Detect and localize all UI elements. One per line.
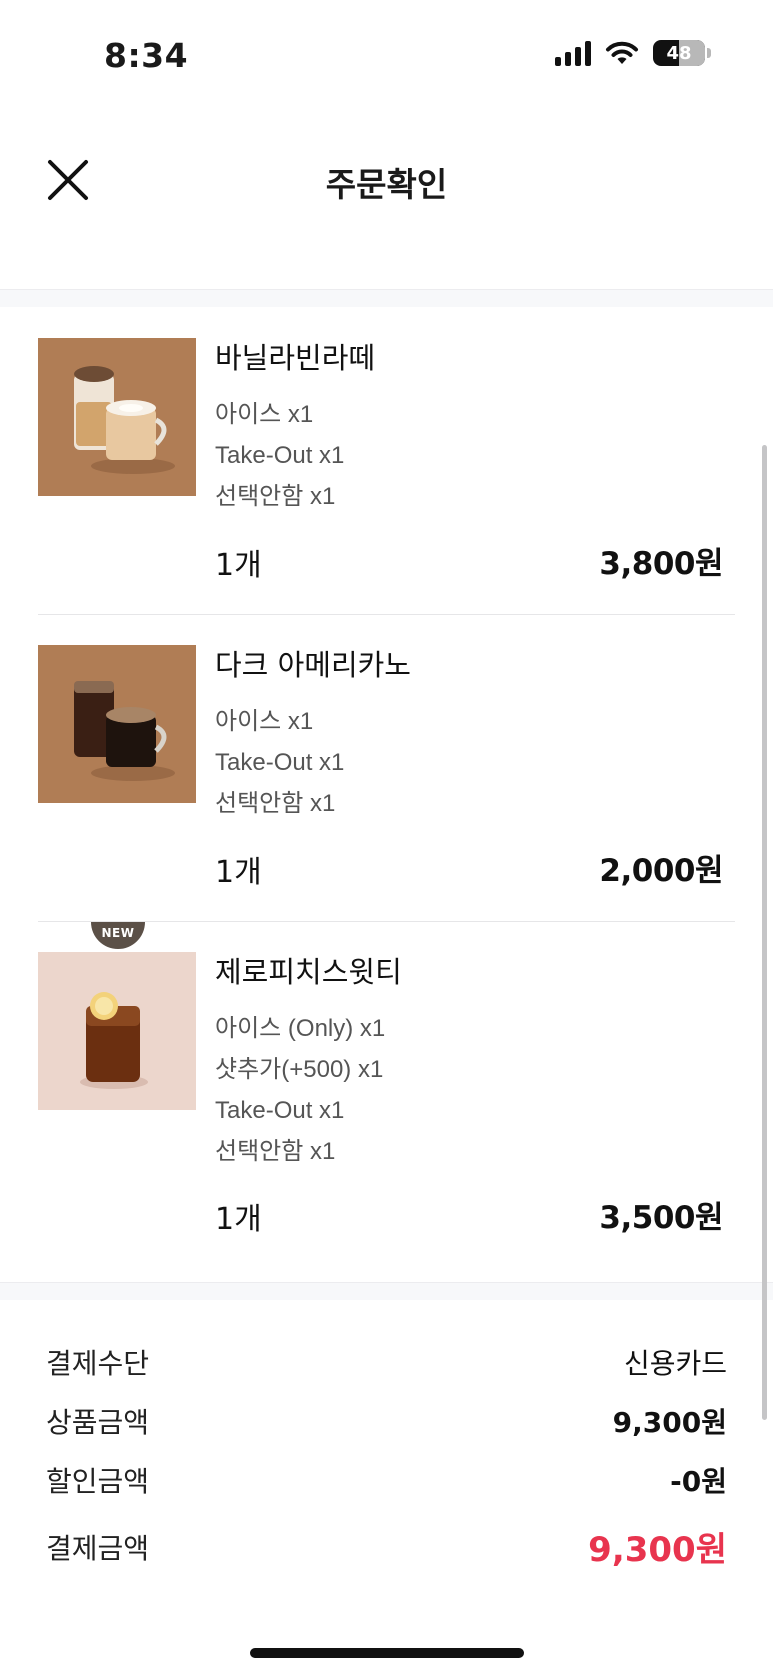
home-indicator[interactable]	[250, 1648, 524, 1658]
item-quantity: 1개	[215, 855, 262, 890]
item-option: Take-Out x1	[215, 1097, 345, 1124]
item-name: 다크 아메리카노	[215, 648, 411, 682]
total-label: 결제금액	[46, 1531, 150, 1565]
product-amount-label: 상품금액	[46, 1406, 150, 1439]
payment-method-row: 결제수단 신용카드	[46, 1342, 727, 1382]
item-name: 제로피치스윗티	[215, 955, 402, 989]
item-option: Take-Out x1	[215, 442, 345, 469]
battery-tip	[707, 48, 711, 58]
scrollbar[interactable]	[762, 445, 767, 1420]
product-amount-row: 상품금액 9,300원	[46, 1401, 727, 1441]
item-option: 선택안함 x1	[215, 483, 336, 510]
status-time: 8:34	[104, 36, 189, 75]
product-amount-value: 9,300원	[612, 1406, 727, 1439]
item-option: 아이스 x1	[215, 708, 314, 735]
total-value: 9,300원	[588, 1530, 727, 1570]
new-badge: NEW	[91, 922, 145, 949]
item-price: 3,500원	[599, 1200, 723, 1236]
list-item[interactable]: NEW 제로피치스윗티 아이스 (Only) x1 샷추가(+500) x1 T…	[38, 922, 735, 1279]
section-divider	[0, 289, 773, 307]
page-title: 주문확인	[325, 165, 448, 204]
item-option: Take-Out x1	[215, 749, 345, 776]
payment-method-label: 결제수단	[46, 1347, 150, 1380]
section-divider	[0, 1282, 773, 1300]
item-price: 2,000원	[599, 853, 723, 889]
item-info: 제로피치스윗티 아이스 (Only) x1 샷추가(+500) x1 Take-…	[215, 952, 725, 1172]
list-item[interactable]: 바닐라빈라떼 아이스 x1 Take-Out x1 선택안함 x1 1개 3,8…	[38, 308, 735, 615]
order-list: 바닐라빈라떼 아이스 x1 Take-Out x1 선택안함 x1 1개 3,8…	[0, 308, 773, 1279]
product-image-dark-americano	[38, 645, 196, 803]
battery-level: 48	[666, 42, 692, 64]
discount-row: 할인금액 -0원	[46, 1460, 727, 1500]
discount-value: -0원	[670, 1465, 727, 1498]
item-info: 다크 아메리카노 아이스 x1 Take-Out x1 선택안함 x1	[215, 645, 725, 824]
item-quantity: 1개	[215, 548, 262, 583]
status-icons: 48	[555, 40, 711, 66]
cellular-signal-icon	[555, 40, 591, 66]
header: 주문확인	[0, 120, 773, 240]
item-quantity: 1개	[215, 1202, 262, 1237]
list-item[interactable]: 다크 아메리카노 아이스 x1 Take-Out x1 선택안함 x1 1개 2…	[38, 615, 735, 922]
item-option: 선택안함 x1	[215, 1138, 336, 1165]
item-option: 샷추가(+500) x1	[215, 1056, 384, 1083]
item-option: 선택안함 x1	[215, 790, 336, 817]
product-image-vanilla-latte	[38, 338, 196, 496]
item-price: 3,800원	[599, 546, 723, 582]
wifi-icon	[606, 41, 638, 64]
payment-method-value: 신용카드	[623, 1347, 727, 1380]
product-image-zero-peach-sweet-tea	[38, 952, 196, 1110]
battery-icon: 48	[653, 40, 705, 66]
item-name: 바닐라빈라떼	[215, 341, 376, 375]
item-info: 바닐라빈라떼 아이스 x1 Take-Out x1 선택안함 x1	[215, 338, 725, 517]
item-option: 아이스 (Only) x1	[215, 1015, 386, 1042]
discount-label: 할인금액	[46, 1465, 150, 1498]
item-option: 아이스 x1	[215, 401, 314, 428]
status-bar: 8:34 48	[0, 0, 773, 110]
total-row: 결제금액 9,300원	[46, 1522, 727, 1571]
